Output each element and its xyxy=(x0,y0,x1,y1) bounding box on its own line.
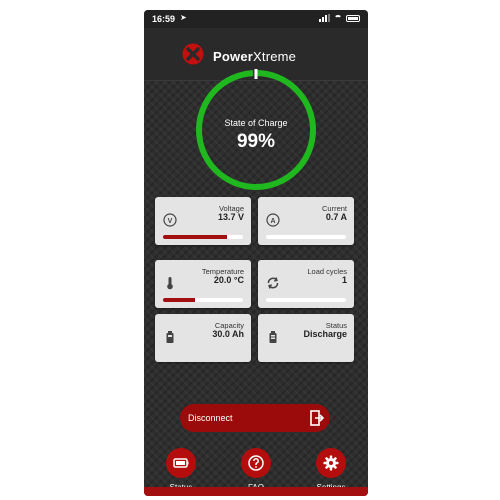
temperature-value: 20.0 °C xyxy=(213,275,244,285)
brand-bold: Power xyxy=(213,49,254,64)
battery-status-bar-icon xyxy=(346,14,360,22)
gear-icon xyxy=(323,455,339,471)
phone-screen: 16:59 ➤ PowerXtreme State of Charge 99% … xyxy=(144,10,368,496)
bottom-accent-bar xyxy=(144,487,368,496)
voltage-bar xyxy=(163,235,243,239)
current-bar xyxy=(266,235,346,239)
load-cycles-bar xyxy=(266,298,346,302)
current-value: 0.7 A xyxy=(325,212,347,222)
thermometer-icon xyxy=(163,276,177,290)
question-icon xyxy=(248,455,264,471)
state-of-charge-gauge xyxy=(196,69,316,190)
battery-status-icon xyxy=(266,330,280,344)
status-bar: 16:59 ➤ xyxy=(144,10,368,28)
current-icon: A xyxy=(266,213,280,227)
load-cycles-value: 1 xyxy=(341,275,347,285)
disconnect-label: Disconnect xyxy=(188,413,233,423)
powerxtreme-logo-icon xyxy=(182,43,204,65)
battery-nav-icon xyxy=(173,458,189,468)
status-card: Status Discharge xyxy=(258,314,354,362)
temperature-bar-fill xyxy=(163,298,195,302)
voltage-bar-fill xyxy=(163,235,227,239)
bottom-nav: Status FAQ Settings xyxy=(144,442,368,496)
nav-settings-button[interactable] xyxy=(316,448,346,478)
capacity-value: 30.0 Ah xyxy=(212,329,244,339)
load-cycles-card: Load cycles 1 xyxy=(258,260,354,308)
cycle-icon xyxy=(266,276,280,290)
svg-text:A: A xyxy=(270,218,275,225)
voltage-card: V Voltage 13.7 V xyxy=(155,197,251,245)
logout-icon xyxy=(310,410,324,426)
wifi-icon xyxy=(334,15,342,21)
voltage-value: 13.7 V xyxy=(217,212,244,222)
nav-status-button[interactable] xyxy=(166,448,196,478)
battery-icon xyxy=(163,330,177,344)
svg-text:V: V xyxy=(168,218,173,225)
brand-name: PowerXtreme xyxy=(213,49,296,64)
gauge-value: 99% xyxy=(236,131,276,152)
temperature-bar xyxy=(163,298,243,302)
disconnect-button[interactable]: Disconnect xyxy=(180,404,330,432)
gauge-title: State of Charge xyxy=(224,118,288,128)
voltage-icon: V xyxy=(163,213,177,227)
status-value: Discharge xyxy=(303,329,347,339)
brand-thin: Xtreme xyxy=(253,49,297,64)
gauge-arc xyxy=(196,70,316,190)
location-arrow-icon: ➤ xyxy=(180,13,187,22)
signal-icon xyxy=(319,14,330,22)
capacity-card: Capacity 30.0 Ah xyxy=(155,314,251,362)
status-indicators xyxy=(319,14,360,22)
status-time: 16:59 xyxy=(152,14,176,24)
current-card: A Current 0.7 A xyxy=(258,197,354,245)
temperature-card: Temperature 20.0 °C xyxy=(155,260,251,308)
nav-faq-button[interactable] xyxy=(241,448,271,478)
